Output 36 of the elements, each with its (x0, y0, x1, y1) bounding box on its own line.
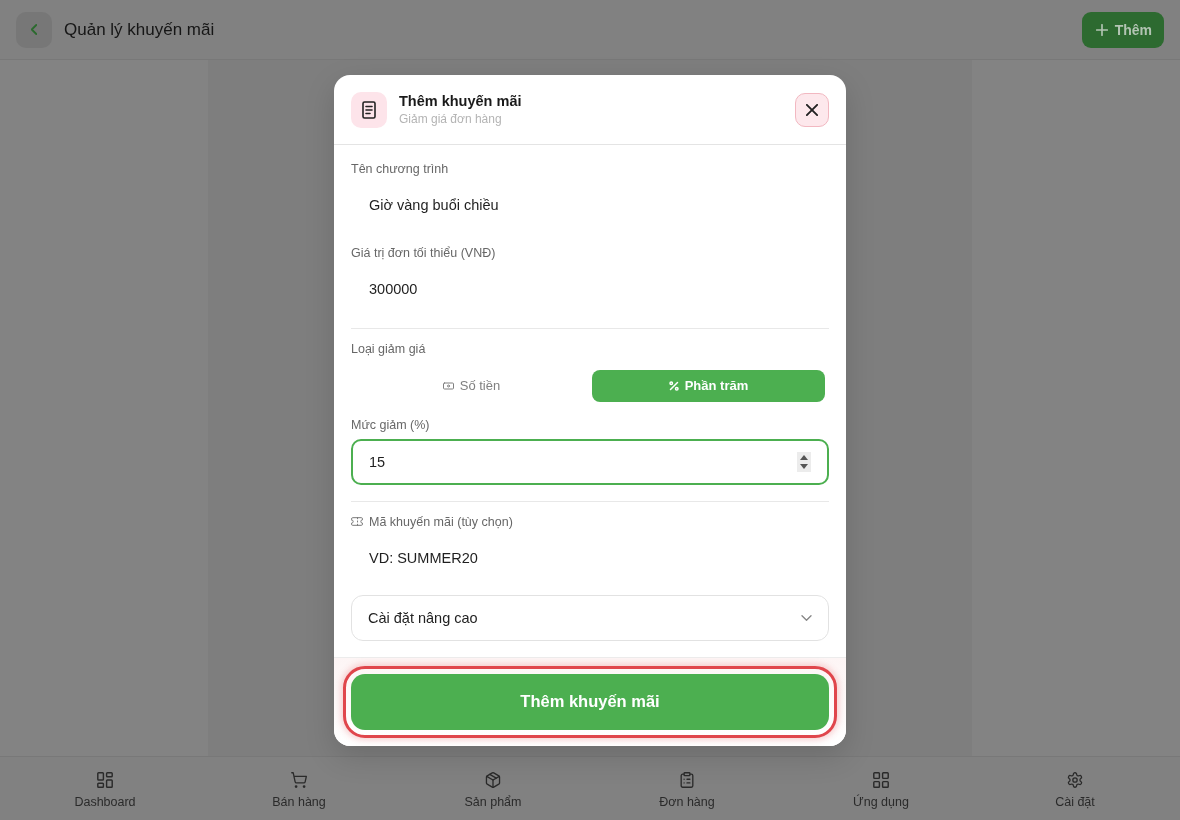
discount-type-option[interactable]: Phần trăm (592, 369, 825, 402)
chevron-down-icon (801, 614, 812, 621)
document-icon (351, 91, 387, 128)
nav-tab[interactable]: Dashboard (8, 757, 202, 820)
settings-icon (1067, 772, 1083, 788)
discount-type-option[interactable]: Số tiền (355, 369, 588, 402)
banknote-icon (442, 381, 454, 390)
nav-tab[interactable]: Cài đặt (978, 757, 1172, 820)
percent-icon (668, 380, 679, 391)
submit-button[interactable]: Thêm khuyến mãi (343, 665, 837, 738)
grid-icon (873, 772, 889, 788)
dialog-subtitle: Giảm giá đơn hàng (399, 111, 502, 127)
number-input-field[interactable]: 15 (351, 438, 829, 485)
chevron-left-icon (31, 24, 37, 35)
page-title: Quản lý khuyến mãi (64, 19, 215, 40)
field-label: Mức giảm (%) (351, 416, 430, 433)
add-button[interactable]: Thêm (1081, 11, 1164, 48)
box-icon (485, 772, 501, 788)
nav-tab[interactable]: Đơn hàng (590, 757, 784, 820)
dialog-title: Thêm khuyến mãi (399, 92, 522, 110)
ticket-icon (351, 517, 363, 526)
field-label: Tên chương trình (351, 160, 449, 177)
nav-tab[interactable]: Sản phẩm (396, 757, 590, 820)
nav-tab[interactable]: Bán hàng (202, 757, 396, 820)
stepper-icon[interactable] (797, 451, 811, 472)
clipboard-list-icon (679, 772, 695, 788)
dashboard-icon (97, 772, 113, 788)
advanced-settings-toggle[interactable]: Cài đặt nâng cao (351, 594, 829, 641)
close-icon (806, 103, 818, 116)
field-label: Loại giảm giá (351, 340, 426, 357)
nav-tab[interactable]: Ứng dụng (784, 757, 978, 820)
cart-icon (291, 772, 307, 788)
field-label: Mã khuyến mãi (tùy chọn) (369, 513, 513, 530)
field-label: Giá trị đơn tối thiểu (VNĐ) (351, 244, 496, 261)
close-button[interactable] (795, 92, 829, 127)
plus-icon (1095, 23, 1108, 36)
